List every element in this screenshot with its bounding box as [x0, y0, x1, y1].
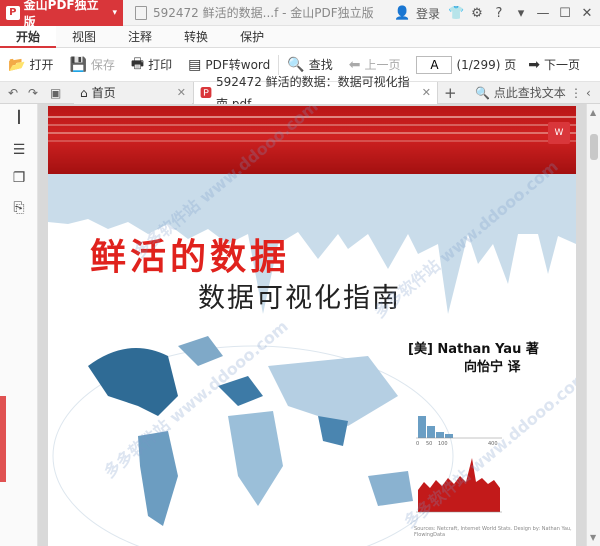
window-title: 592472 鲜活的数据...f - 金山PDF独立版	[135, 0, 374, 26]
scrollbar-thumb[interactable]	[590, 134, 598, 160]
search-text-label: 点此查找文本	[493, 86, 566, 100]
next-page-label: 下一页	[543, 58, 580, 72]
pdf-to-word-icon: ▤	[188, 56, 202, 73]
close-icon[interactable]: ✕	[580, 6, 594, 21]
tab-home[interactable]: ⌂ 首页 ✕	[74, 82, 192, 104]
page-number-input[interactable]	[416, 55, 453, 74]
pdf-to-word-icon[interactable]: ⎘	[10, 200, 28, 216]
save-label: 保存	[90, 58, 115, 72]
document-tab-strip: ↶ ↷ ▣ ⌂ 首页 ✕ 🅿 592472 鲜活的数据：数据可视化指南.pdf …	[0, 75, 600, 111]
cover-title: 鲜活的数据	[90, 236, 291, 278]
title-bar-controls: 👤 登录 👕 ⚙ ? ▾ — ☐ ✕	[394, 0, 600, 26]
cover-stripe	[48, 124, 576, 126]
file-icon	[135, 6, 147, 20]
search-text-box[interactable]: 🔍 点此查找文本	[475, 82, 566, 104]
tab-convert[interactable]: 转换	[168, 26, 224, 48]
save-icon: 💾	[69, 56, 87, 73]
chevron-left-icon[interactable]: ‹	[586, 82, 591, 104]
window-title-text: 592472 鲜活的数据...f - 金山PDF独立版	[153, 6, 374, 20]
minimize-icon[interactable]: —	[536, 6, 550, 21]
print-label: 打印	[148, 58, 173, 72]
save-button[interactable]: 💾 保存	[61, 48, 122, 82]
cover-subtitle: 数据可视化指南	[198, 283, 401, 314]
tab-protect[interactable]: 保护	[224, 26, 280, 48]
pdf-page: W 鲜活的数据 数据可视化指南 [美] Nathan Yau 著 向怡宁 译 0…	[48, 106, 576, 546]
mini-axis-tick: 0	[416, 441, 419, 446]
outline-icon[interactable]: ☰	[10, 142, 28, 158]
mini-axis-tick: 100	[438, 441, 448, 446]
pdf-to-word-badge-icon[interactable]: W	[548, 122, 570, 144]
kingsoft-pdf-logo-icon: P	[6, 6, 20, 20]
open-label: 打开	[29, 58, 54, 72]
app-menu-button[interactable]: P 金山PDF独立版 ▾	[0, 0, 123, 29]
sidebar-toggle-handle[interactable]	[0, 396, 6, 482]
folder-icon: 📂	[8, 56, 26, 73]
chevron-down-icon[interactable]: ▾	[514, 6, 528, 21]
ribbon-tabs: 开始 视图 注释 转换 保护	[0, 26, 600, 48]
cover-stripe	[48, 132, 576, 134]
chevron-down-icon: ▾	[112, 8, 117, 18]
open-button[interactable]: 📂 打开	[0, 48, 61, 82]
title-bar: P 金山PDF独立版 ▾ 592472 鲜活的数据...f - 金山PDF独立版…	[0, 0, 600, 29]
document-canvas: W 鲜活的数据 数据可视化指南 [美] Nathan Yau 著 向怡宁 译 0…	[38, 104, 586, 546]
new-tab-icon[interactable]: +	[444, 82, 457, 104]
arrow-right-icon: ➡	[528, 56, 540, 73]
cover-credit: Sources: Netcraft, Internet World Stats.…	[414, 526, 572, 538]
vertical-scrollbar[interactable]: ▲ ▼	[586, 104, 600, 546]
undo-icon[interactable]: ↶	[8, 82, 18, 104]
help-icon[interactable]: ?	[492, 6, 506, 21]
redo-icon[interactable]: ↷	[28, 82, 38, 104]
printer-icon: 🖶	[130, 55, 145, 72]
thumbnails-icon[interactable]: ❐	[10, 170, 28, 186]
home-icon: ⌂	[80, 86, 88, 100]
more-icon[interactable]: ⋮	[570, 82, 582, 104]
user-icon[interactable]: 👤	[394, 6, 410, 21]
tab-annotate[interactable]: 注释	[112, 26, 168, 48]
close-icon[interactable]: ✕	[422, 82, 431, 104]
tab-view[interactable]: 视图	[56, 26, 112, 48]
quick-save-icon[interactable]: ▣	[50, 82, 61, 104]
scroll-down-icon[interactable]: ▼	[590, 533, 596, 542]
tab-home-label: 首页	[91, 86, 116, 100]
search-icon: 🔍	[475, 86, 490, 100]
gear-icon[interactable]: ⚙	[470, 6, 484, 21]
tab-document[interactable]: 🅿 592472 鲜活的数据：数据可视化指南.pdf ✕	[193, 75, 438, 111]
left-sidebar: ┃ ☰ ❐ ⎘	[0, 104, 38, 546]
cover-stripe	[48, 140, 576, 142]
tab-start[interactable]: 开始	[0, 26, 57, 48]
mini-axis-tick: 50	[426, 441, 432, 446]
skin-icon[interactable]: 👕	[448, 6, 464, 21]
page-count: (1/299) 页	[456, 58, 517, 72]
login-link[interactable]: 登录	[416, 5, 440, 22]
maximize-icon[interactable]: ☐	[558, 6, 572, 21]
close-icon[interactable]: ✕	[177, 82, 186, 104]
print-button[interactable]: 🖶 打印	[123, 48, 180, 82]
cover-translator: 向怡宁 译	[464, 360, 521, 375]
scroll-up-icon[interactable]: ▲	[590, 108, 596, 117]
pdf-file-icon: 🅿	[200, 86, 213, 100]
next-page-button[interactable]: ➡ 下一页	[520, 48, 588, 82]
hand-tool-icon[interactable]: ┃	[10, 110, 28, 124]
